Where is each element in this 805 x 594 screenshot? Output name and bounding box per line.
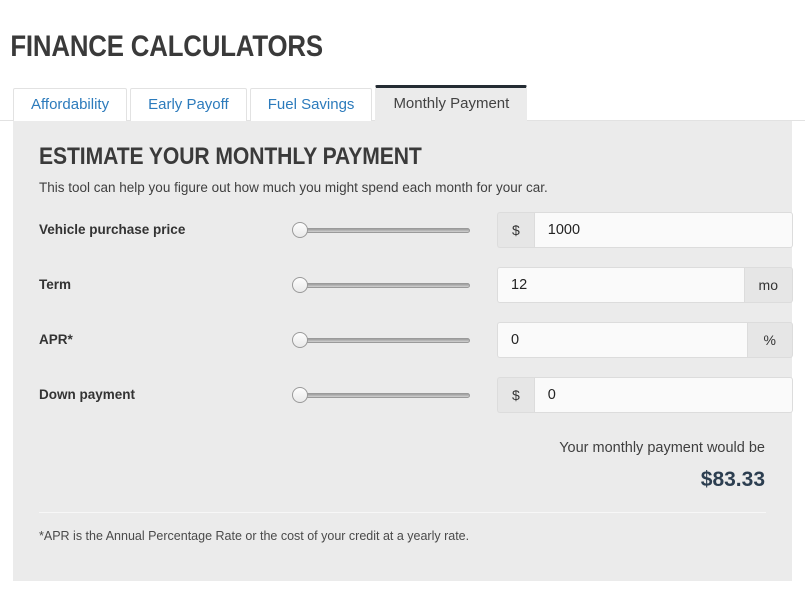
- input-group-down-payment: $: [497, 377, 793, 414]
- page-title: FINANCE CALCULATORS: [10, 30, 323, 64]
- apr-footnote: *APR is the Annual Percentage Rate or th…: [39, 529, 470, 544]
- currency-prefix-addon: $: [497, 377, 534, 414]
- slider-track[interactable]: [301, 228, 470, 234]
- months-suffix-addon: mo: [744, 267, 793, 304]
- slider-handle[interactable]: [292, 387, 308, 404]
- field-row-term: Term mo: [39, 266, 793, 304]
- slider-track[interactable]: [301, 393, 470, 399]
- input-group-apr: %: [497, 322, 793, 359]
- field-row-vehicle-purchase-price: Vehicle purchase price $: [39, 211, 793, 249]
- field-row-down-payment: Down payment $: [39, 376, 793, 414]
- label-vehicle-purchase-price: Vehicle purchase price: [39, 222, 186, 238]
- label-term: Term: [39, 277, 72, 293]
- term-input[interactable]: [497, 267, 745, 304]
- vehicle-purchase-price-input[interactable]: [533, 212, 793, 249]
- tab-list: Affordability Early Payoff Fuel Savings …: [13, 85, 805, 122]
- footnote-divider: [39, 512, 766, 514]
- input-group-vehicle-purchase-price: $: [497, 212, 793, 249]
- slider-handle[interactable]: [292, 222, 308, 239]
- slider-handle[interactable]: [292, 332, 308, 349]
- tab-monthly-payment[interactable]: Monthly Payment: [375, 85, 528, 122]
- slider-track[interactable]: [301, 338, 470, 344]
- tab-early-payoff[interactable]: Early Payoff: [130, 88, 247, 122]
- label-down-payment: Down payment: [39, 387, 136, 403]
- result-amount: $83.33: [700, 468, 765, 492]
- panel-subtext: This tool can help you figure out how mu…: [39, 180, 548, 196]
- tab-fuel-savings[interactable]: Fuel Savings: [249, 88, 373, 122]
- slider-apr[interactable]: [292, 330, 470, 350]
- currency-prefix-addon: $: [497, 212, 534, 249]
- slider-vehicle-purchase-price[interactable]: [292, 220, 470, 240]
- tab-affordability[interactable]: Affordability: [13, 88, 128, 122]
- slider-down-payment[interactable]: [292, 385, 470, 405]
- result-label: Your monthly payment would be: [559, 440, 765, 457]
- tab-strip: Affordability Early Payoff Fuel Savings …: [0, 85, 805, 122]
- input-group-term: mo: [497, 267, 793, 304]
- slider-term[interactable]: [292, 275, 470, 295]
- slider-track[interactable]: [301, 283, 470, 289]
- slider-handle[interactable]: [292, 277, 308, 294]
- result-block: Your monthly payment would be $83.33: [39, 438, 766, 495]
- panel-heading: ESTIMATE YOUR MONTHLY PAYMENT: [39, 143, 422, 171]
- percent-suffix-addon: %: [747, 322, 793, 359]
- monthly-payment-panel: ESTIMATE YOUR MONTHLY PAYMENT This tool …: [13, 121, 793, 582]
- down-payment-input[interactable]: [533, 377, 793, 414]
- field-row-apr: APR* %: [39, 321, 793, 359]
- apr-input[interactable]: [497, 322, 748, 359]
- label-apr: APR*: [39, 332, 73, 348]
